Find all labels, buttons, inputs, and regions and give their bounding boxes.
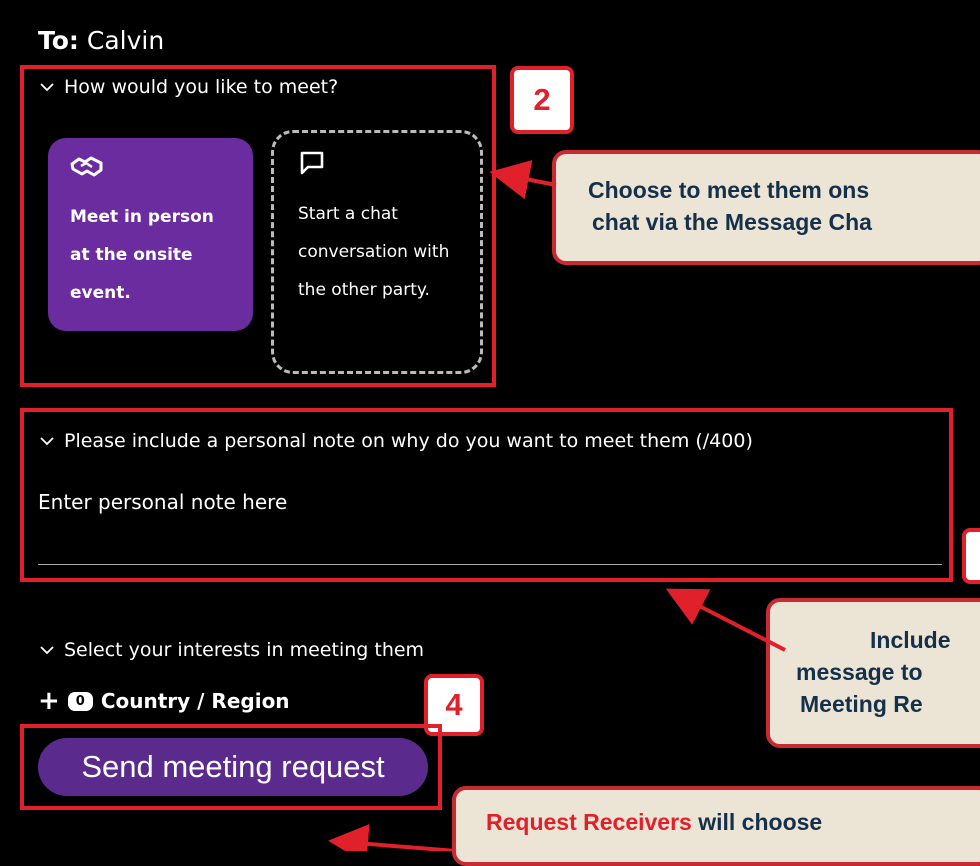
arrow-to-send-button	[328, 823, 457, 851]
annotation-arrows	[328, 159, 786, 851]
arrow-to-meet-section	[489, 159, 557, 200]
arrow-to-note-section	[665, 588, 786, 652]
